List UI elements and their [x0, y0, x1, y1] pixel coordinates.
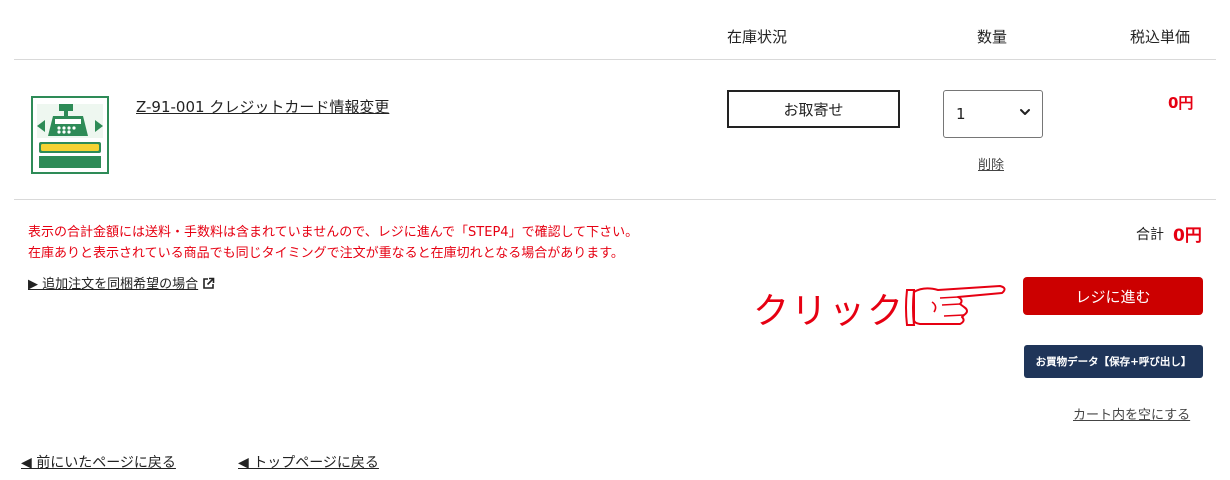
- header-divider: [14, 59, 1216, 60]
- delete-link[interactable]: 削除: [978, 154, 1004, 173]
- product-thumbnail[interactable]: [31, 96, 109, 174]
- stock-note: 在庫ありと表示されている商品でも同じタイミングで注文が重なると在庫切れとなる場合…: [28, 246, 624, 261]
- add-order-link[interactable]: ▶ 追加注文を同梱希望の場合: [28, 273, 215, 292]
- add-order-label: ▶ 追加注文を同梱希望の場合: [28, 277, 199, 292]
- cash-register-icon: [33, 98, 107, 172]
- header-stock-status: 在庫状況: [727, 28, 788, 46]
- pointing-hand-icon: [905, 285, 1006, 326]
- unit-price: 0円: [1168, 94, 1194, 112]
- quantity-select[interactable]: 1: [943, 90, 1043, 138]
- back-previous-link[interactable]: ◀ 前にいたページに戻る: [21, 452, 176, 472]
- click-annotation: クリック: [753, 291, 906, 332]
- shipping-note: 表示の合計金額には送料・手数料は含まれていませんので、レジに進んで「STEP4」…: [28, 225, 639, 240]
- stock-status-badge: お取寄せ: [727, 90, 900, 128]
- total-value: 0円: [1173, 226, 1202, 246]
- back-top-link[interactable]: ◀ トップページに戻る: [238, 452, 379, 472]
- quantity-value: 1: [956, 105, 966, 123]
- external-link-icon: [203, 277, 215, 289]
- header-quantity: 数量: [977, 28, 1008, 46]
- checkout-button[interactable]: レジに進む: [1023, 277, 1203, 315]
- empty-cart-link[interactable]: カート内を空にする: [1073, 404, 1190, 423]
- row-divider: [14, 199, 1216, 200]
- total-label: 合計: [1136, 227, 1164, 243]
- product-name-link[interactable]: Z-91-001 クレジットカード情報変更: [136, 96, 389, 117]
- chevron-down-icon: [1020, 109, 1030, 115]
- save-cart-data-button[interactable]: お買物データ【保存+呼び出し】: [1024, 345, 1203, 378]
- header-unit-price: 税込単価: [1130, 28, 1191, 46]
